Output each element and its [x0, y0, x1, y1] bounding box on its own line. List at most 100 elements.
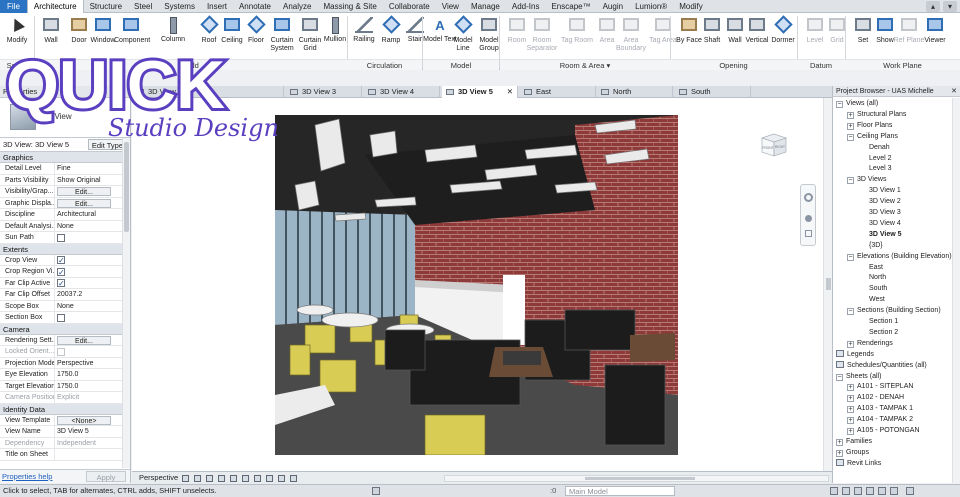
ribbon-tab-steel[interactable]: Steel	[128, 0, 158, 13]
steering-wheel-icon[interactable]	[804, 193, 813, 202]
property-value[interactable]: 20037.2	[55, 289, 130, 300]
property-value[interactable]: Edit...	[55, 198, 130, 209]
browser-node-3d-view-1[interactable]: 3D View 1	[869, 185, 901, 196]
ribbon-tab-analyze[interactable]: Analyze	[277, 0, 317, 13]
property-edit-button[interactable]: Edit...	[57, 187, 111, 196]
select-links-icon[interactable]	[842, 487, 850, 495]
ribbon-tab-architecture[interactable]: Architecture	[26, 0, 84, 13]
browser-node-west[interactable]: West	[869, 294, 885, 305]
properties-help-link[interactable]: Properties help	[2, 472, 52, 481]
property-value[interactable]: 3D View 5	[55, 426, 130, 437]
collapse-icon[interactable]: −	[847, 133, 854, 141]
3d-perspective-render[interactable]	[275, 115, 678, 455]
dormer-button[interactable]: Dormer	[766, 15, 800, 59]
property-value[interactable]	[55, 449, 130, 460]
design-option-select[interactable]: Main Model	[565, 486, 675, 496]
render-icon[interactable]	[218, 475, 225, 482]
canvas-horizontal-scrollbar[interactable]	[444, 475, 829, 482]
browser-node-revit-links[interactable]: Revit Links	[836, 458, 881, 469]
browser-node-legends[interactable]: Legends	[836, 349, 874, 360]
show-crop-icon[interactable]	[242, 475, 249, 482]
property-value[interactable]: None	[55, 221, 130, 232]
circulation-panel-label[interactable]: Circulation	[347, 59, 422, 70]
browser-node-east[interactable]: East	[869, 262, 883, 273]
browser-node-3d-view-4[interactable]: 3D View 4	[869, 218, 901, 229]
model-panel-label[interactable]: Model	[423, 59, 499, 70]
browser-node-a103-tampak-1[interactable]: + A103 - TAMPAK 1	[847, 403, 913, 414]
property-edit-button[interactable]: Edit...	[57, 335, 111, 345]
crop-view-icon[interactable]	[230, 475, 237, 482]
view-tab-north[interactable]: North	[597, 86, 673, 98]
property-checkbox[interactable]	[57, 267, 65, 277]
view-tab-3d-view-4[interactable]: 3D View 4	[364, 86, 440, 98]
canvas-vertical-scrollbar[interactable]	[823, 98, 832, 471]
browser-node-3d-view-3[interactable]: 3D View 3	[869, 207, 901, 218]
browser-node-section-2[interactable]: Section 2	[869, 327, 898, 338]
browser-node-floor-plans[interactable]: + Floor Plans	[847, 120, 892, 131]
browser-node-structural-plans[interactable]: + Structural Plans	[847, 109, 906, 120]
browser-node-a102-denah[interactable]: + A102 - DENAH	[847, 392, 904, 403]
view-tab-south[interactable]: South	[675, 86, 751, 98]
tag-room-button[interactable]: Tag Room	[560, 15, 594, 59]
ribbon-tab-insert[interactable]: Insert	[201, 0, 233, 13]
close-icon[interactable]: ✕	[951, 86, 957, 97]
property-value[interactable]: 1750.0	[55, 369, 130, 380]
reveal-hidden-icon[interactable]	[278, 475, 285, 482]
expand-icon[interactable]: +	[847, 340, 854, 348]
ribbon-tab-manage[interactable]: Manage	[465, 0, 506, 13]
view-tab-east[interactable]: East	[520, 86, 596, 98]
browser-node-families[interactable]: + Families	[836, 436, 872, 447]
property-value[interactable]: Edit...	[55, 335, 130, 346]
browser-node-sections-building-section[interactable]: − Sections (Building Section)	[847, 305, 941, 316]
sun-path-icon[interactable]	[194, 475, 201, 482]
minimize-ribbon-icon[interactable]: ▴	[926, 1, 940, 12]
browser-node-denah[interactable]: Denah	[869, 142, 890, 153]
analysis-display-icon[interactable]	[290, 475, 297, 482]
expand-icon[interactable]: +	[847, 395, 854, 403]
ribbon-options-icon[interactable]: ▾	[943, 1, 957, 12]
collapse-icon[interactable]: −	[847, 253, 854, 261]
view-tab-3d-view-5[interactable]: 3D View 5 ✕	[442, 86, 518, 98]
filter-icon[interactable]	[906, 487, 914, 495]
property-value[interactable]: Architectural	[55, 209, 130, 220]
viewer-button[interactable]: Viewer	[918, 15, 952, 59]
navigation-bar[interactable]	[800, 184, 816, 246]
browser-node-a101-siteplan[interactable]: + A101 - SITEPLAN	[847, 381, 913, 392]
property-value[interactable]: Fine	[55, 163, 130, 174]
property-value[interactable]	[55, 255, 130, 265]
room-separator-button[interactable]: Room Separator	[525, 15, 559, 59]
ribbon-tab-add-ins[interactable]: Add-Ins	[506, 0, 546, 13]
browser-node-north[interactable]: North	[869, 272, 886, 283]
ribbon-tab-lumion[interactable]: Lumion®	[629, 0, 673, 13]
opening-panel-label[interactable]: Opening	[670, 59, 797, 70]
ribbon-tab-structure[interactable]: Structure	[84, 0, 128, 13]
property-value[interactable]: 1750.0	[55, 381, 130, 392]
area-boundary-button[interactable]: Area Boundary	[614, 15, 648, 59]
property-group-camera[interactable]: Camera	[0, 323, 130, 335]
select-pinned-icon[interactable]	[866, 487, 874, 495]
property-checkbox[interactable]	[57, 233, 65, 242]
property-group-graphics[interactable]: Graphics	[0, 152, 130, 163]
collapse-icon[interactable]: −	[836, 373, 843, 381]
drag-elements-icon[interactable]	[890, 487, 898, 495]
browser-node-3d-view-2[interactable]: 3D View 2	[869, 196, 901, 207]
property-value[interactable]: <None>	[55, 415, 130, 426]
expand-icon[interactable]: +	[847, 111, 854, 119]
ribbon-tab-modify[interactable]: Modify	[673, 0, 709, 13]
browser-node-schedules-quantities-all[interactable]: Schedules/Quantities (all)	[836, 360, 927, 371]
browser-node-renderings[interactable]: + Renderings	[847, 338, 893, 349]
scrollbar-thumb[interactable]	[585, 477, 695, 480]
lock-view-icon[interactable]	[254, 475, 261, 482]
property-value[interactable]: Edit...	[55, 186, 130, 197]
collapse-icon[interactable]: −	[847, 308, 854, 316]
property-value[interactable]: Show Original	[55, 175, 130, 186]
property-group-identity-data[interactable]: Identity Data	[0, 403, 130, 415]
property-edit-button[interactable]: Edit...	[57, 198, 111, 208]
browser-node-level-2[interactable]: Level 2	[869, 153, 892, 164]
editable-only-icon[interactable]	[830, 487, 838, 495]
property-group-extents[interactable]: Extents	[0, 243, 130, 255]
browser-node-a105-potongan[interactable]: + A105 - POTONGAN	[847, 425, 920, 436]
browser-node-south[interactable]: South	[869, 283, 887, 294]
browser-node-views-all[interactable]: − Views (all)	[836, 98, 878, 109]
worksets-icon[interactable]	[372, 487, 380, 495]
